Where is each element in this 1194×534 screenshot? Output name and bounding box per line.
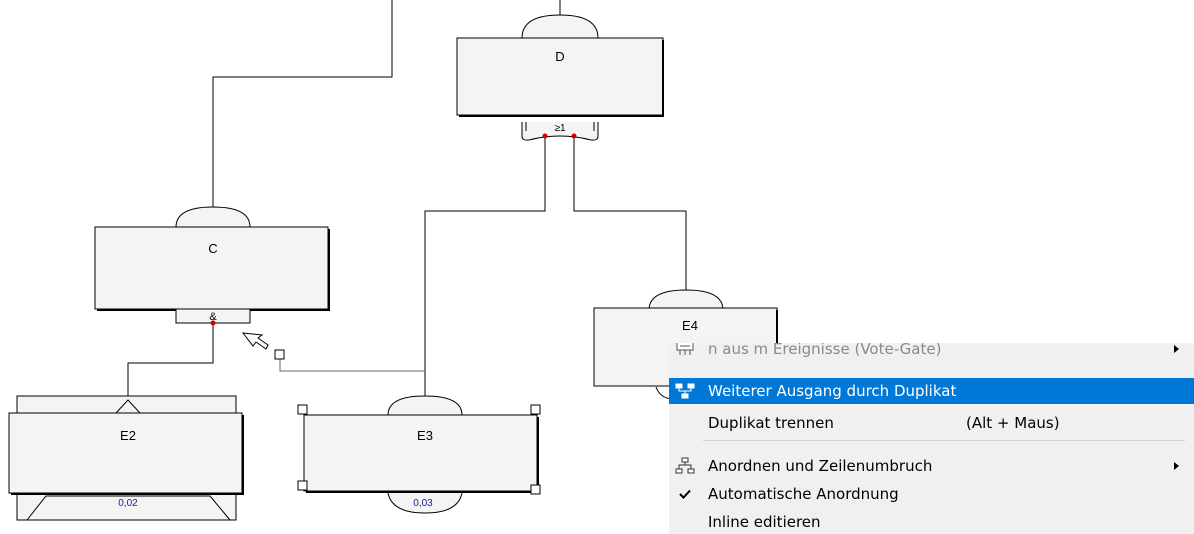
connector-dot[interactable] — [542, 133, 548, 139]
connector-dot[interactable] — [571, 133, 577, 139]
duplicate-output-icon — [675, 382, 695, 400]
menu-item-split-duplicate[interactable]: Duplikat trennen (Alt + Maus) — [669, 410, 1194, 436]
selection-handle[interactable] — [297, 480, 308, 491]
menu-item-label: Anordnen und Zeilenumbruch — [708, 457, 933, 475]
connector-line — [127, 322, 214, 398]
submenu-arrow-icon — [1174, 345, 1179, 353]
event-node-e2[interactable]: E2 0,02 — [8, 395, 244, 521]
event-cap — [387, 395, 463, 416]
menu-item-auto-arrange[interactable]: Automatische Anordnung — [669, 481, 1194, 507]
menu-item-label: Weiterer Ausgang durch Duplikat — [708, 382, 957, 400]
event-label: E4 — [682, 318, 698, 333]
event-label: C — [208, 241, 217, 256]
selection-handle[interactable] — [530, 484, 541, 495]
menu-item-shortcut: (Alt + Maus) — [966, 414, 1060, 432]
and-gate[interactable]: & — [175, 308, 251, 326]
event-probability: 0,03 — [413, 498, 433, 509]
menu-item-vote-gate[interactable]: n aus m Ereignisse (Vote-Gate) — [669, 343, 1194, 362]
connector-line — [212, 0, 393, 210]
context-menu: n aus m Ereignisse (Vote-Gate) Weiterer … — [669, 343, 1194, 534]
selection-handle[interactable] — [530, 404, 541, 415]
menu-item-label: Inline editieren — [708, 513, 821, 531]
menu-item-inline-edit[interactable]: Inline editieren — [669, 509, 1194, 534]
or-gate[interactable]: ≥1 — [521, 122, 599, 141]
menu-item-label: Duplikat trennen — [708, 414, 834, 432]
event-label: D — [555, 49, 564, 64]
event-node-c[interactable]: C — [94, 206, 330, 311]
event-label: E2 — [120, 428, 136, 443]
drag-link-line — [279, 359, 425, 372]
event-cap — [175, 206, 251, 228]
selection-handle[interactable] — [297, 404, 308, 415]
menu-item-label: n aus m Ereignisse (Vote-Gate) — [708, 343, 942, 358]
checkmark-icon — [675, 485, 695, 503]
drag-arrow-icon — [241, 332, 269, 350]
gate-symbol: ≥1 — [554, 123, 565, 134]
connector-dot[interactable] — [210, 320, 216, 326]
event-probability: 0,02 — [118, 498, 138, 509]
event-cap — [648, 289, 724, 311]
event-cap — [521, 14, 599, 39]
menu-item-arrange[interactable]: Anordnen und Zeilenumbruch — [669, 453, 1194, 479]
arrange-icon — [675, 457, 695, 475]
vote-gate-icon — [675, 343, 695, 358]
event-node-d[interactable]: D — [456, 14, 664, 117]
event-node-e3[interactable]: E3 0,03 — [297, 395, 541, 514]
connector-line — [424, 136, 546, 398]
menu-separator — [703, 440, 1185, 441]
menu-item-label: Automatische Anordnung — [708, 485, 899, 503]
event-label: E3 — [417, 428, 433, 443]
drag-link-handle[interactable] — [274, 349, 285, 360]
menu-item-duplicate-output[interactable]: Weiterer Ausgang durch Duplikat — [669, 378, 1194, 404]
submenu-arrow-icon — [1174, 462, 1179, 470]
connector-line — [573, 136, 687, 292]
